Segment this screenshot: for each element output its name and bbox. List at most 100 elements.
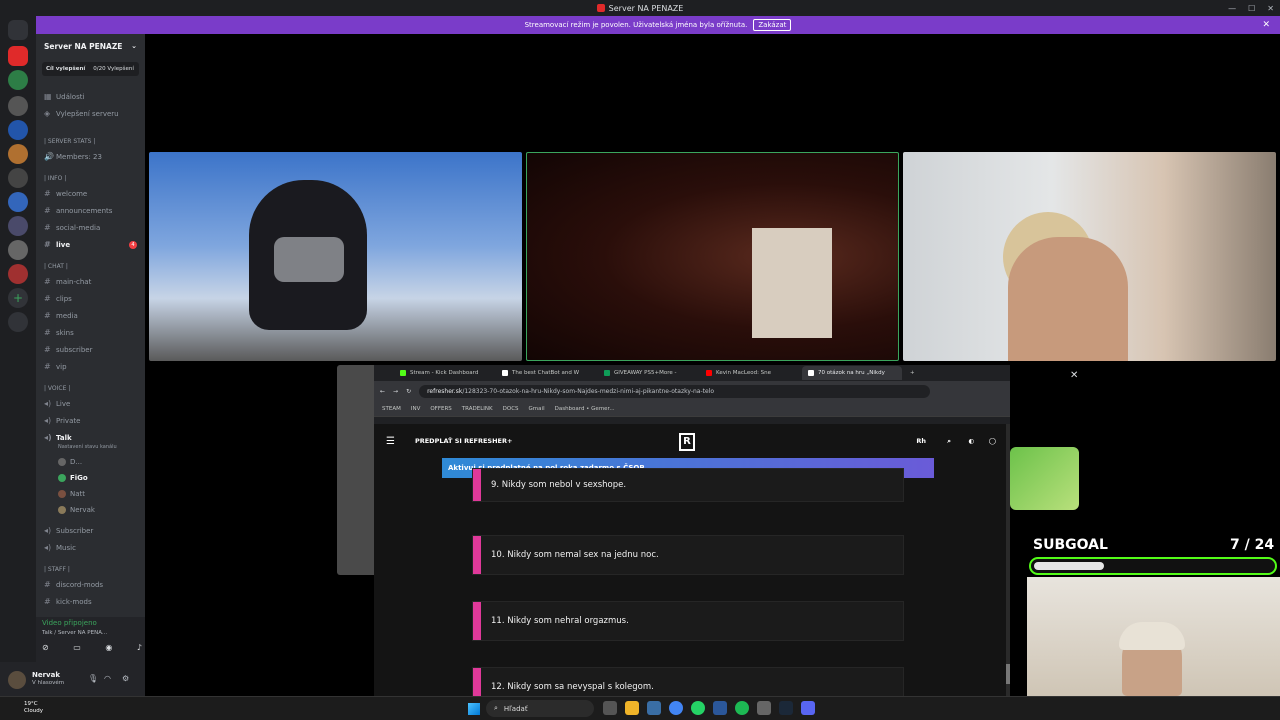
channel-members[interactable]: 🔊 Members: 23	[44, 152, 102, 161]
banner-close-icon[interactable]: ✕	[1262, 20, 1270, 30]
new-tab-icon[interactable]: +	[910, 370, 915, 376]
discord-home-icon[interactable]	[8, 20, 28, 40]
maximize-icon[interactable]: ☐	[1248, 4, 1255, 13]
user-icon[interactable]: ◯	[989, 437, 996, 445]
forward-icon[interactable]: →	[393, 388, 398, 395]
bookmark[interactable]: Dashboard • Gemer...	[555, 406, 615, 412]
overlay-close-icon[interactable]: ✕	[1070, 370, 1078, 381]
activity-icon[interactable]: ◉	[105, 643, 112, 652]
voice-channel-music[interactable]: ◂) Music	[44, 543, 76, 552]
category-staff[interactable]: | Staff |	[44, 566, 70, 573]
server-icon[interactable]	[8, 70, 28, 90]
channel-main-chat[interactable]: # main-chat	[44, 277, 91, 286]
voice-user[interactable]: D...	[58, 458, 82, 466]
file-explorer-icon[interactable]	[625, 701, 639, 715]
microphone-icon[interactable]: 🎙	[88, 674, 98, 683]
video-tile[interactable]	[903, 152, 1276, 361]
reload-icon[interactable]: ↻	[406, 388, 411, 395]
voice-user[interactable]: Natt	[58, 490, 85, 498]
soundboard-icon[interactable]: ♪	[137, 643, 142, 652]
category-info[interactable]: | Info |	[44, 175, 66, 182]
refresher-logo[interactable]: R	[679, 433, 695, 451]
voice-channel-private[interactable]: ◂) Private	[44, 416, 80, 425]
headphones-icon[interactable]: ◠	[104, 674, 111, 683]
voice-channel-subscriber[interactable]: ◂) Subscriber	[44, 526, 93, 535]
server-boost-item[interactable]: ◈ Vylepšení serveru	[44, 109, 119, 118]
bookmark[interactable]: DOCS	[503, 406, 519, 412]
channel-media[interactable]: # media	[44, 311, 78, 320]
chrome-icon[interactable]	[669, 701, 683, 715]
explore-icon[interactable]	[8, 312, 28, 332]
video-tile[interactable]	[526, 152, 899, 361]
category-server-stats[interactable]: | SERVER STATS |	[44, 138, 95, 145]
browser-tab[interactable]: GIVEAWAY PS5+More -	[598, 366, 698, 380]
channel-skins[interactable]: # skins	[44, 328, 74, 337]
browser-tab[interactable]: The best ChatBot and W	[496, 366, 596, 380]
bookmark[interactable]: Gmail	[529, 406, 545, 412]
server-icon[interactable]	[8, 168, 28, 188]
server-icon[interactable]	[8, 120, 28, 140]
channel-social-media[interactable]: # social-media	[44, 223, 100, 232]
channel-welcome[interactable]: # welcome	[44, 189, 87, 198]
weather-widget[interactable]: 19°C Cloudy	[24, 701, 43, 715]
voice-user[interactable]: FiGo	[58, 474, 88, 482]
server-header[interactable]: Server NA PENAZE ⌄	[36, 34, 145, 58]
address-bar[interactable]: refresher.sk/128323-70-otazok-na-hru-Nik…	[419, 384, 930, 398]
server-icon[interactable]	[8, 240, 28, 260]
events-item[interactable]: ▦ Události	[44, 92, 84, 101]
channel-discord-mods[interactable]: # discord-mods	[44, 580, 103, 589]
category-voice[interactable]: | Voice |	[44, 385, 70, 392]
voice-user[interactable]: Nervak	[58, 506, 95, 514]
store-icon[interactable]	[647, 701, 661, 715]
rh-icon[interactable]: Rh	[916, 437, 926, 445]
back-icon[interactable]: ←	[380, 388, 385, 395]
close-icon[interactable]: ✕	[1267, 4, 1274, 13]
search-icon[interactable]: ⌕	[947, 437, 951, 446]
video-tile[interactable]	[149, 152, 522, 361]
disable-button[interactable]: Zakázat	[753, 19, 792, 31]
browser-tab[interactable]: Stream - Kick Dashboard	[394, 366, 494, 380]
add-server-icon[interactable]: +	[8, 288, 28, 308]
menu-icon[interactable]: ☰	[386, 436, 395, 447]
bookmark[interactable]: TRADELINK	[462, 406, 493, 412]
server-icon-na-penaze[interactable]	[8, 46, 28, 66]
dark-mode-icon[interactable]: ◐	[968, 437, 974, 445]
minimize-icon[interactable]: —	[1228, 4, 1236, 13]
scrollbar-thumb[interactable]	[1006, 664, 1010, 684]
voice-channel-talk[interactable]: ◂) Talk	[44, 433, 72, 442]
server-icon[interactable]	[8, 144, 28, 164]
bookmark[interactable]: INV	[411, 406, 421, 412]
whatsapp-icon[interactable]	[691, 701, 705, 715]
channel-vip[interactable]: # vip	[44, 362, 67, 371]
server-icon[interactable]	[8, 216, 28, 236]
subscribe-link[interactable]: PREDPLAŤ SI REFRESHER+	[415, 437, 512, 445]
channel-announcements[interactable]: # announcements	[44, 206, 112, 215]
spotify-icon[interactable]	[735, 701, 749, 715]
voice-channel-live[interactable]: ◂) Live	[44, 399, 70, 408]
server-icon[interactable]	[8, 264, 28, 284]
windows-start-icon[interactable]	[468, 703, 480, 715]
server-icon[interactable]	[8, 192, 28, 212]
boost-goal[interactable]: Cíl vylepšení 0/20 Vylepšení	[42, 62, 139, 76]
screen-share-icon[interactable]: ▭	[73, 643, 81, 652]
channel-status[interactable]: Nastavení stavu kanálu	[58, 444, 117, 450]
steam-icon[interactable]	[779, 701, 793, 715]
voice-location[interactable]: Talk / Server NA PENA...	[42, 630, 107, 636]
gear-icon[interactable]: ⚙	[122, 674, 129, 683]
server-icon[interactable]	[8, 96, 28, 116]
browser-tab[interactable]: Kevin MacLeod: Sne	[700, 366, 800, 380]
bookmark[interactable]: STEAM	[382, 406, 401, 412]
browser-tab-active[interactable]: 70 otázok na hru „Nikdy	[802, 366, 902, 380]
taskbar-search[interactable]: ⌕ Hľadať	[486, 700, 594, 717]
channel-live[interactable]: # live	[44, 240, 70, 249]
bookmark[interactable]: OFFERS	[430, 406, 451, 412]
discord-icon[interactable]	[801, 701, 815, 715]
channel-clips[interactable]: # clips	[44, 294, 72, 303]
category-chat[interactable]: | chat |	[44, 263, 68, 270]
app-icon[interactable]	[757, 701, 771, 715]
avatar[interactable]	[8, 671, 26, 689]
channel-kick-mods[interactable]: # kick-mods	[44, 597, 92, 606]
task-view-icon[interactable]	[603, 701, 617, 715]
channel-subscriber[interactable]: # subscriber	[44, 345, 92, 354]
app-icon[interactable]	[713, 701, 727, 715]
